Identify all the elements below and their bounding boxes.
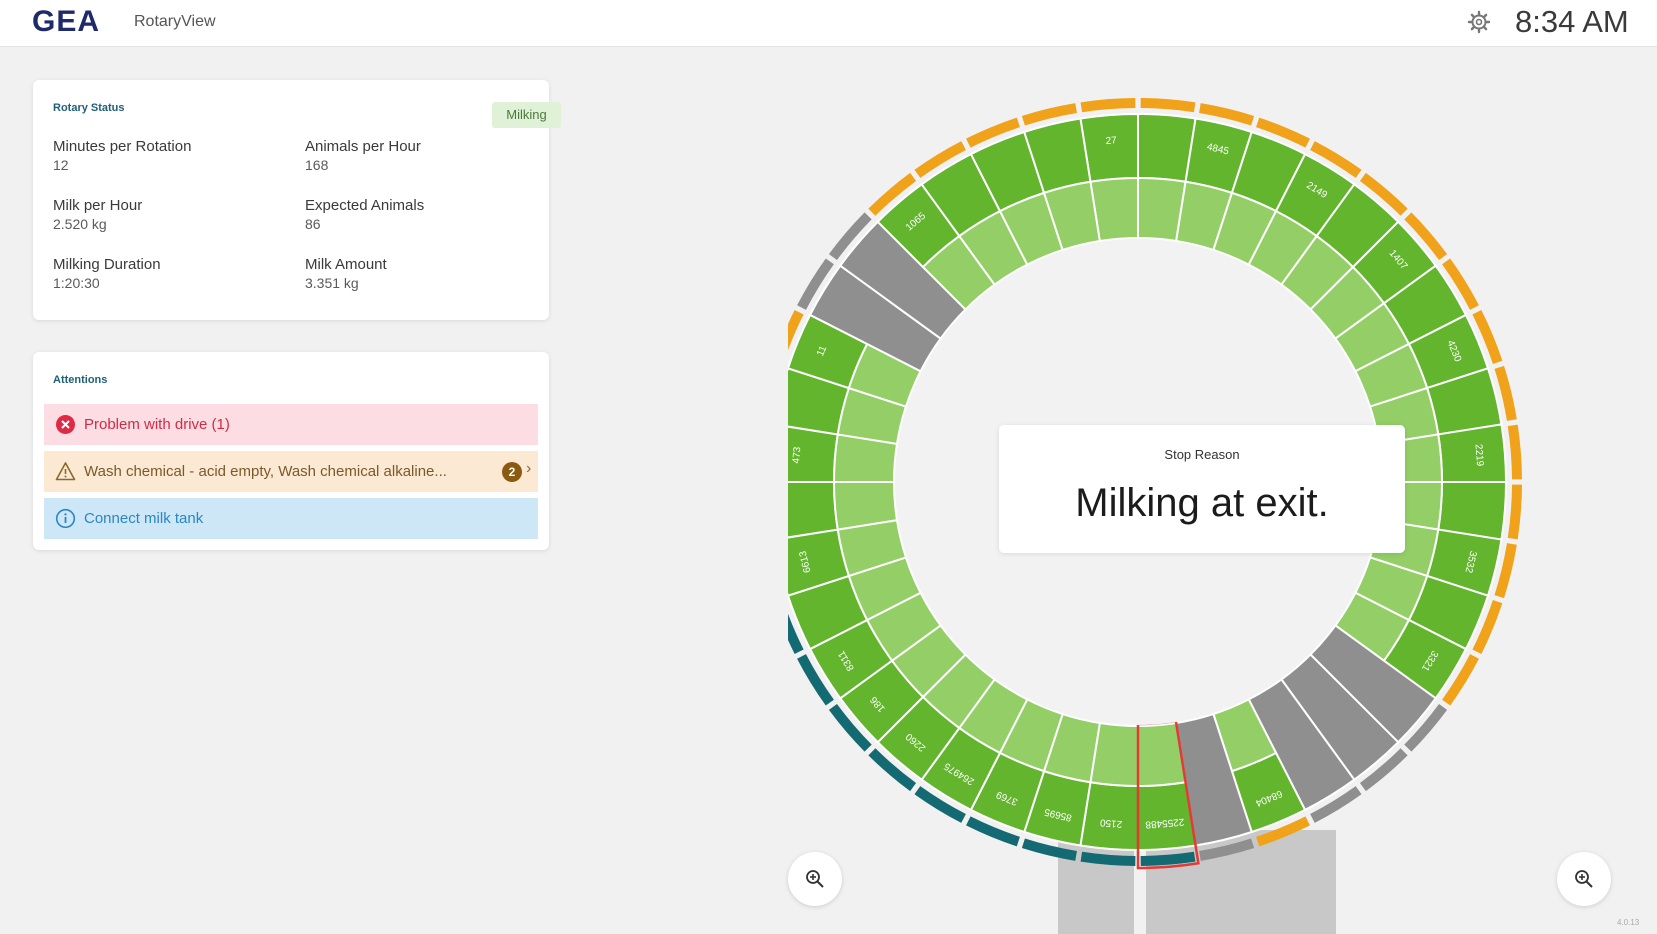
stall-status-segment xyxy=(1080,98,1136,113)
stat-label: Milk Amount xyxy=(305,256,387,273)
rotary-status-title: Rotary Status xyxy=(53,102,125,114)
zoom-in-button-right[interactable] xyxy=(1557,852,1611,906)
stat-value: 2.520 kg xyxy=(53,216,107,232)
stat-label: Animals per Hour xyxy=(305,138,421,155)
stat-minutes-per-rotation: Minutes per Rotation 12 xyxy=(53,138,191,173)
alert-text: Problem with drive (1) xyxy=(84,416,230,433)
zoom-in-icon xyxy=(1575,870,1593,888)
stall-milking[interactable] xyxy=(1437,423,1508,483)
stat-animals-per-hour: Animals per Hour 168 xyxy=(305,138,421,173)
warning-triangle-icon xyxy=(55,462,76,481)
stall-progress xyxy=(832,481,899,531)
stat-value: 12 xyxy=(53,157,69,173)
stall-status-segment xyxy=(1507,424,1522,480)
stop-reason-label: Stop Reason xyxy=(1164,447,1240,462)
stat-value: 1:20:30 xyxy=(53,275,100,291)
clock: 8:34 AM xyxy=(1515,4,1629,39)
stat-milking-duration: Milking Duration 1:20:30 xyxy=(53,256,161,291)
attentions-title: Attentions xyxy=(53,374,108,386)
animal-id-label: 473 xyxy=(791,446,803,464)
chevron-right-icon[interactable]: › xyxy=(526,460,531,478)
stall-status-segment xyxy=(1140,98,1196,113)
stat-label: Milking Duration xyxy=(53,256,161,273)
animal-id-label: 2219 xyxy=(1472,444,1485,467)
top-bar: GEA RotaryView 8:34 AM xyxy=(0,0,1657,47)
alert-info[interactable]: Connect milk tank xyxy=(44,498,538,539)
stall-status-segment xyxy=(1507,484,1522,540)
stat-milk-amount: Milk Amount 3.351 kg xyxy=(305,256,387,291)
error-circle-icon xyxy=(56,415,75,434)
alert-text: Connect milk tank xyxy=(84,510,204,527)
alert-text: Wash chemical - acid empty, Wash chemica… xyxy=(84,463,447,480)
animal-id-label: 2150 xyxy=(1099,816,1122,829)
animal-id-label: 27 xyxy=(1105,135,1117,147)
stat-label: Milk per Hour xyxy=(53,197,143,214)
gea-logo: GEA xyxy=(32,5,101,38)
info-circle-icon xyxy=(55,508,76,529)
app-name: RotaryView xyxy=(134,13,216,30)
gear-icon[interactable] xyxy=(1467,10,1491,34)
zoom-in-icon xyxy=(806,870,824,888)
stat-label: Minutes per Rotation xyxy=(53,138,192,155)
alert-error[interactable]: Problem with drive (1) xyxy=(44,404,538,445)
stat-expected-animals: Expected Animals 86 xyxy=(305,197,424,232)
zoom-in-button-left[interactable] xyxy=(788,852,842,906)
stat-milk-per-hour: Milk per Hour 2.520 kg xyxy=(53,197,142,232)
stat-value: 86 xyxy=(305,216,321,232)
stop-reason-value: Milking at exit. xyxy=(1075,481,1329,525)
stat-label: Expected Animals xyxy=(305,197,425,214)
rotary-status-card: Rotary Status Milking Minutes per Rotati… xyxy=(33,80,561,320)
alert-warning[interactable]: Wash chemical - acid empty, Wash chemica… xyxy=(44,451,538,492)
status-badge: Milking xyxy=(492,102,561,128)
stop-reason-panel: Stop Reason Milking at exit. xyxy=(999,425,1405,553)
stall-milking[interactable] xyxy=(788,481,839,540)
version-label: 4.0.13 xyxy=(1617,918,1640,927)
stat-value: 168 xyxy=(305,157,329,173)
attentions-card: Attentions Problem with drive (1) Wash c… xyxy=(33,352,549,550)
alert-count-badge: 2 xyxy=(502,462,522,482)
stat-value: 3.351 kg xyxy=(305,275,359,291)
